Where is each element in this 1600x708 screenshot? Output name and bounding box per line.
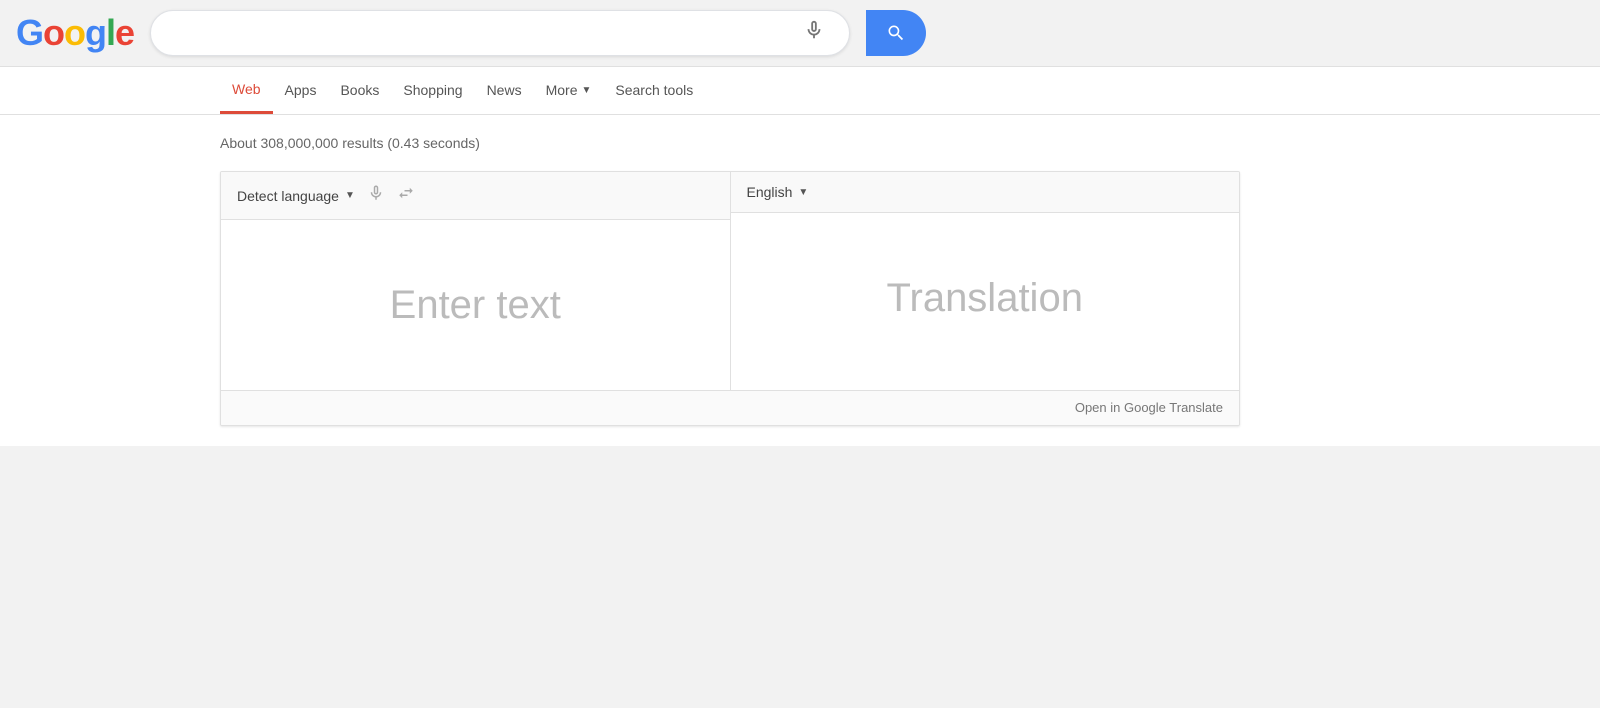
translate-widget: Detect language ▼ Enter (220, 171, 1240, 426)
source-panel-header: Detect language ▼ (221, 172, 730, 220)
nav-item-more[interactable]: More ▼ (534, 66, 604, 114)
logo[interactable]: Google (16, 15, 134, 51)
target-language-selector[interactable]: English ▼ (747, 184, 809, 200)
nav-item-shopping[interactable]: Shopping (391, 66, 474, 114)
target-panel-content: Translation (731, 213, 1240, 383)
translate-target-panel: English ▼ Translation (731, 172, 1240, 390)
detect-language-chevron-icon: ▼ (345, 190, 355, 201)
header: Google translate (0, 0, 1600, 67)
source-panel-content[interactable]: Enter text (221, 220, 730, 390)
nav-item-search-tools[interactable]: Search tools (603, 66, 705, 114)
results-info: About 308,000,000 results (0.43 seconds) (220, 135, 1380, 151)
detect-language-label: Detect language (237, 188, 339, 204)
translation-placeholder: Translation (887, 276, 1083, 321)
swap-languages-icon[interactable] (397, 184, 415, 207)
mic-icon[interactable] (803, 19, 825, 47)
target-language-label: English (747, 184, 793, 200)
search-input[interactable]: translate (167, 23, 795, 44)
translate-panels: Detect language ▼ Enter (221, 172, 1239, 390)
more-chevron-icon: ▼ (581, 85, 591, 96)
nav-item-news[interactable]: News (475, 66, 534, 114)
source-mic-icon[interactable] (367, 184, 385, 207)
search-bar: translate (150, 10, 850, 56)
translate-footer: Open in Google Translate (221, 390, 1239, 425)
enter-text-placeholder: Enter text (390, 283, 561, 328)
target-language-chevron-icon: ▼ (798, 187, 808, 198)
open-in-google-translate-link[interactable]: Open in Google Translate (1075, 400, 1223, 415)
nav-item-web[interactable]: Web (220, 66, 273, 114)
main-content: About 308,000,000 results (0.43 seconds)… (0, 115, 1600, 446)
nav-item-books[interactable]: Books (328, 66, 391, 114)
translate-source-panel: Detect language ▼ Enter (221, 172, 731, 390)
detect-language-selector[interactable]: Detect language ▼ (237, 188, 355, 204)
nav-item-apps[interactable]: Apps (273, 66, 329, 114)
target-panel-header: English ▼ (731, 172, 1240, 213)
nav-bar: Web Apps Books Shopping News More ▼ Sear… (0, 67, 1600, 115)
search-button[interactable] (866, 10, 926, 56)
